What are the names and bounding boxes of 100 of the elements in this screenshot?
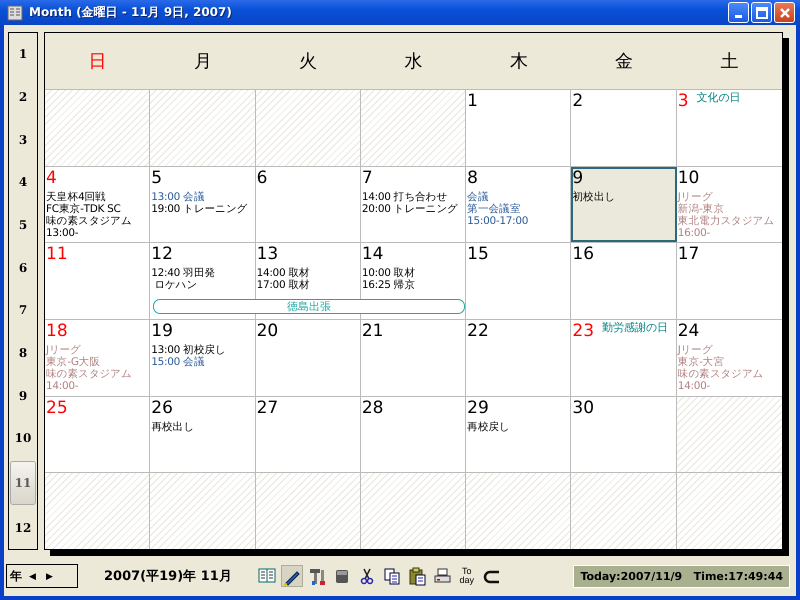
close-icon xyxy=(778,6,790,18)
month-tab[interactable]: 11 xyxy=(10,460,36,506)
day-cell[interactable]: 21 xyxy=(360,320,466,396)
day-cell[interactable]: 20 xyxy=(256,320,361,396)
day-cell[interactable]: 28 xyxy=(360,396,466,472)
day-cell[interactable]: 16 xyxy=(571,243,677,320)
date-number: 11 xyxy=(46,244,68,264)
year-label: 年 xyxy=(10,568,22,584)
event-text: 14:00 打ち合わせ 20:00 トレーニング xyxy=(362,190,459,215)
day-cell[interactable]: 7 14:00 打ち合わせ 20:00 トレーニング xyxy=(360,166,466,242)
event-text: 再校出し xyxy=(151,420,196,433)
current-month-label: 2007(平19)年 11月 xyxy=(104,568,232,585)
month-tab[interactable]: 4 xyxy=(9,161,37,204)
close-button[interactable] xyxy=(774,2,795,23)
day-cell[interactable]: 11 xyxy=(45,243,150,320)
date-number: 10 xyxy=(678,168,700,188)
date-number: 29 xyxy=(467,398,489,418)
day-cell[interactable]: 18 Jリーグ 東京-G大阪 味の素スタジアム 14:00- xyxy=(45,320,150,396)
day-cell[interactable]: 30 xyxy=(571,396,677,472)
tools-icon xyxy=(308,566,326,586)
date-number: 17 xyxy=(678,244,700,264)
previous-button[interactable]: ◀ xyxy=(26,571,39,581)
date-number: 2 xyxy=(572,91,584,111)
month-tab[interactable]: 1 xyxy=(9,33,37,76)
event-text: 会議 xyxy=(467,190,490,203)
event-text: 15:00 会議 xyxy=(151,356,206,368)
day-cell[interactable]: 27 xyxy=(256,396,361,472)
date-number: 7 xyxy=(362,168,373,188)
event-text: 初校出し xyxy=(572,190,616,203)
maximize-button[interactable] xyxy=(751,2,772,23)
date-number: 22 xyxy=(467,321,489,342)
date-number: 13 xyxy=(256,244,278,264)
event-text: Jリーグ 新潟-東京 東北電力スタジアム 16:00- xyxy=(678,190,776,239)
date-number: 5 xyxy=(151,168,162,188)
event-text: 12:40 羽田発 ロケハン xyxy=(151,267,216,292)
date-number: 27 xyxy=(256,398,278,418)
today-button[interactable]: To day xyxy=(456,565,478,587)
date-number: 23 xyxy=(572,321,594,342)
month-tab[interactable]: 10 xyxy=(9,417,37,460)
day-cell[interactable]: 8 会議 第一会議室 15:00-17:00 xyxy=(466,166,572,242)
month-tab[interactable]: 6 xyxy=(9,246,37,290)
date-number: 15 xyxy=(467,244,489,264)
day-cell[interactable]: 19 13:00 初校戻し 15:00 会議 xyxy=(150,320,256,396)
event-text: 13:00 初校戻し xyxy=(151,344,227,356)
date-number: 21 xyxy=(362,321,384,342)
day-cell[interactable]: 22 xyxy=(466,320,572,396)
month-tab[interactable]: 7 xyxy=(9,289,37,332)
toolbar-button[interactable] xyxy=(280,565,303,587)
holiday-name: 勤労感謝の日 xyxy=(602,321,668,336)
window-title: Month (金曜日 - 11月 9日, 2007) xyxy=(29,4,233,21)
weekday-header: 木 xyxy=(508,50,529,74)
day-cell[interactable]: 25 xyxy=(45,396,150,472)
minimize-button[interactable] xyxy=(728,2,749,23)
month-tab[interactable]: 2 xyxy=(9,76,37,118)
weekday-header: 火 xyxy=(298,50,318,74)
date-number: 4 xyxy=(46,168,57,188)
weekday-header: 金 xyxy=(614,50,634,74)
weekday-header: 水 xyxy=(403,50,424,74)
date-number: 28 xyxy=(362,398,384,418)
book-icon xyxy=(258,566,276,586)
month-tab[interactable]: 9 xyxy=(9,374,37,418)
date-number: 12 xyxy=(151,244,173,264)
event-text: 14:00 取材 17:00 取材 xyxy=(256,267,311,292)
date-number: 30 xyxy=(572,398,594,418)
event-text: 10:00 取材 16:25 帰京 xyxy=(362,267,416,292)
calendar-icon xyxy=(7,4,23,20)
date-number: 24 xyxy=(678,321,700,342)
next-button[interactable]: ▶ xyxy=(43,571,56,581)
date-number: 1 xyxy=(467,91,478,111)
day-cell[interactable]: 29 再校戻し xyxy=(466,396,572,472)
date-number: 14 xyxy=(362,244,384,264)
day-cell[interactable]: 23 勤労感謝の日 xyxy=(571,320,677,396)
month-tab[interactable]: 5 xyxy=(9,204,37,246)
day-cell[interactable]: 2 xyxy=(571,90,677,166)
weekday-header: 土 xyxy=(719,50,740,74)
month-tab[interactable]: 3 xyxy=(9,118,37,162)
date-number: 25 xyxy=(46,398,68,418)
printer-icon xyxy=(432,566,451,586)
date-number: 20 xyxy=(256,321,278,342)
event-text: Jリーグ 東京-大宮 味の素スタジアム 14:00- xyxy=(678,344,764,392)
date-number: 18 xyxy=(46,321,68,342)
day-cell[interactable]: 5 13:00 会議 19:00 トレーニング xyxy=(150,166,256,242)
day-cell[interactable]: 9 初校出し xyxy=(571,166,677,242)
event-text: Jリーグ 東京-G大阪 味の素スタジアム 14:00- xyxy=(46,344,133,392)
day-cell[interactable]: 26 再校出し xyxy=(150,396,256,472)
month-tab[interactable]: 8 xyxy=(9,332,37,374)
holiday-name: 文化の日 xyxy=(696,91,741,105)
date-number: 8 xyxy=(467,168,478,188)
day-cell[interactable]: 4 天皇杯4回戦 FC東京-TDK SC 味の素スタジアム 13:00- xyxy=(45,166,150,242)
event-text: 19:00 トレーニング xyxy=(151,202,248,215)
clipboard-icon xyxy=(408,566,426,586)
day-cell[interactable]: 6 xyxy=(256,166,361,242)
copy-icon xyxy=(382,566,401,586)
event-text: 天皇杯4回戦 FC東京-TDK SC 味の素スタジアム 13:00- xyxy=(46,190,133,239)
weekday-header: 日 xyxy=(88,50,108,74)
month-tab[interactable]: 12 xyxy=(9,506,37,550)
day-cell[interactable]: 1 xyxy=(466,90,572,166)
event-text: 13:00 会議 xyxy=(151,190,206,203)
minimize-icon xyxy=(735,15,742,18)
day-cell[interactable]: 15 xyxy=(466,243,572,320)
